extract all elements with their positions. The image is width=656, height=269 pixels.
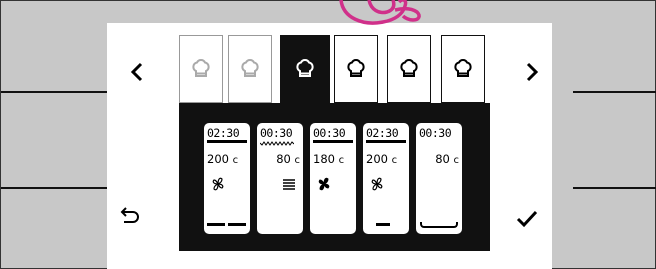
fan-icon [371,177,383,191]
prev-button[interactable] [122,57,152,87]
step-card-3[interactable]: 00:30 180 c [310,123,356,234]
chevron-right-icon [526,62,539,82]
tray-icon [420,222,458,228]
chef-hat-icon [347,59,365,77]
step-card-5[interactable]: 00:30 80 c [416,123,462,234]
checkmark-icon [516,210,538,228]
fan-icon [318,177,330,191]
program-steps-panel: 02:30 200 c 00:30 80 c 00:30 180 c 02:30… [179,103,490,251]
step-temp: 180 c [313,152,345,166]
side-line-left-bottom [1,187,109,189]
step-card-2[interactable]: 00:30 80 c [257,123,303,234]
mode-tab-3-selected[interactable] [280,35,330,103]
mode-tab-2[interactable] [228,35,272,103]
side-line-right-bottom [573,187,656,189]
mode-tab-6[interactable] [441,35,485,103]
mode-tab-5[interactable] [387,35,431,103]
next-button[interactable] [517,57,547,87]
step-card-4[interactable]: 02:30 200 c [363,123,409,234]
chef-hat-icon [400,59,418,77]
step-time: 00:30 [313,126,346,140]
chef-hat-icon [296,59,314,77]
step-time: 00:30 [419,126,452,140]
chef-hat-icon [192,59,210,77]
mode-tab-1[interactable] [179,35,223,103]
step-time-rule [207,140,247,143]
step-temp: 80 c [435,152,459,166]
step-time: 00:30 [260,126,293,140]
step-temp: 200 c [366,152,398,166]
step-time-rule [313,140,353,143]
mode-tab-strip [179,35,489,103]
step-time: 02:30 [366,126,399,140]
chef-hat-icon [454,59,472,77]
back-button[interactable] [115,200,145,230]
step-time: 02:30 [207,126,240,140]
step-temp: 80 c [276,152,300,166]
step-time-rule [366,140,406,143]
mode-tab-4[interactable] [334,35,378,103]
step-indicator-bar [228,223,246,226]
back-arrow-icon [120,207,139,223]
fan-icon [212,177,224,191]
chef-hat-icon [241,59,259,77]
side-line-left-top [1,91,109,93]
step-indicator-bar [376,223,390,226]
grill-wave-icon [260,141,294,146]
side-line-right-top [573,91,656,93]
step-card-1[interactable]: 02:30 200 c [204,123,250,234]
chevron-left-icon [130,62,143,82]
confirm-button[interactable] [512,204,542,234]
step-temp: 200 c [207,152,239,166]
step-indicator-bar [207,223,225,226]
grill-icon [283,179,295,190]
